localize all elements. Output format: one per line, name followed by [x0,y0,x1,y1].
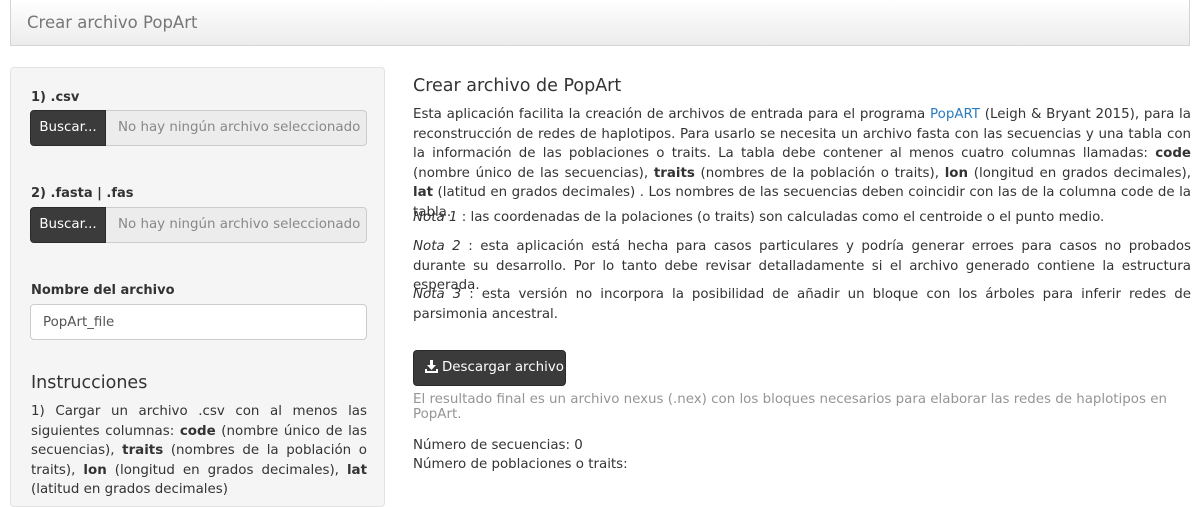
csv-file-status: No hay ningún archivo seleccionado [106,110,367,146]
filename-label: Nombre del archivo [31,283,175,298]
sidebar-panel: 1) .csv Buscar... No hay ningún archivo … [10,67,385,507]
fasta-file-input[interactable]: Buscar... No hay ningún archivo seleccio… [30,207,367,243]
fasta-label: 2) .fasta | .fas [31,186,134,201]
population-count: Número de poblaciones o traits: [413,457,628,472]
download-button-label: Descargar archivo [442,360,564,375]
instructions-title: Instrucciones [31,373,148,393]
navbar: Crear archivo PopArt [10,0,1190,46]
download-icon [425,360,438,373]
sequence-count: Número de secuencias: 0 [413,438,583,453]
popart-link[interactable]: PopART [930,107,980,122]
intro-paragraph: Esta aplicación facilita la creación de … [413,107,1192,220]
fasta-browse-button[interactable]: Buscar... [30,207,106,243]
page-title: Crear archivo de PopArt [413,76,622,96]
filename-input[interactable] [30,304,367,340]
csv-browse-button[interactable]: Buscar... [30,110,106,146]
navbar-title[interactable]: Crear archivo PopArt [27,13,197,32]
fasta-file-status: No hay ningún archivo seleccionado [106,207,367,243]
download-button[interactable]: Descargar archivo [413,350,566,386]
download-help-text: El resultado final es un archivo nexus (… [413,392,1167,422]
csv-label: 1) .csv [31,90,80,105]
note-3: Nota 3 : esta versión no incorpora la po… [413,287,1191,322]
csv-file-input[interactable]: Buscar... No hay ningún archivo seleccio… [30,110,367,146]
note-1: Nota 1 : las coordenadas de la polacione… [413,210,1105,225]
